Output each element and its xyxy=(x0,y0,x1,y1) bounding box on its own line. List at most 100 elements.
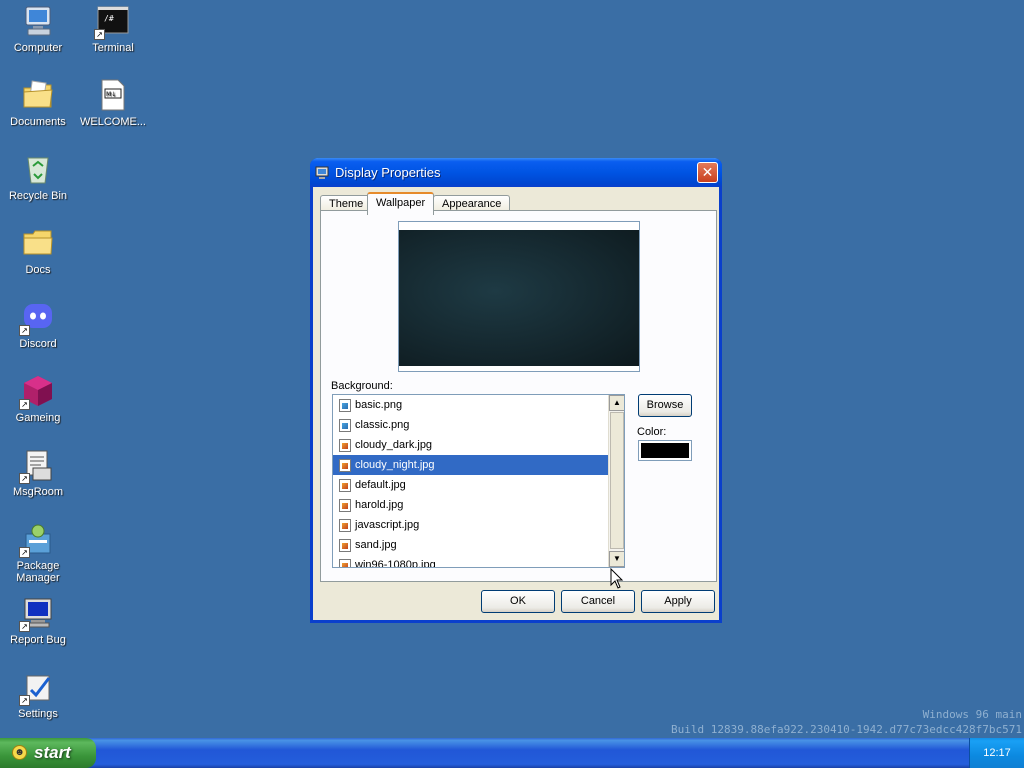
desktop-icon-recycle-bin[interactable]: Recycle Bin xyxy=(1,152,75,202)
file-name: cloudy_dark.jpg xyxy=(355,439,433,451)
image-file-icon xyxy=(339,519,351,532)
scroll-thumb[interactable] xyxy=(610,412,624,549)
wallpaper-tab-panel: Background: basic.png classic.png cloudy… xyxy=(320,210,717,582)
color-picker-button[interactable] xyxy=(638,440,692,461)
color-swatch-fill xyxy=(641,443,689,458)
image-file-icon xyxy=(339,419,351,432)
list-item[interactable]: default.jpg xyxy=(333,475,609,495)
desktop-icon-documents[interactable]: Documents xyxy=(1,78,75,128)
wallpaper-preview-monitor xyxy=(398,221,640,372)
shortcut-arrow-icon: ↗ xyxy=(19,547,30,558)
image-file-icon xyxy=(339,499,351,512)
start-label: start xyxy=(34,743,71,762)
desktop-icon-settings[interactable]: ↗ Settings xyxy=(1,670,75,720)
system-tray: 12:17 xyxy=(969,738,1024,768)
image-file-icon xyxy=(339,479,351,492)
file-name: default.jpg xyxy=(355,479,406,491)
tab-label: Theme xyxy=(329,198,364,210)
desktop-icon-gameing[interactable]: ↗ Gameing xyxy=(1,374,75,424)
markdown-file-icon: M↓ xyxy=(96,78,130,112)
terminal-icon: /# ↗ xyxy=(94,4,130,40)
desktop-icon-label: Docs xyxy=(25,264,51,276)
browse-button[interactable]: Browse xyxy=(638,394,692,417)
file-name: win96-1080p.jpg xyxy=(355,559,436,568)
desktop-icon-computer[interactable]: Computer xyxy=(1,4,75,54)
desktop-icon-label: Report Bug xyxy=(10,634,66,646)
display-properties-dialog: Display Properties ✕ Theme Wallpaper App… xyxy=(310,158,722,623)
dialog-client-area: Theme Wallpaper Appearance Background: b… xyxy=(316,187,717,617)
display-properties-icon xyxy=(314,165,330,181)
list-item-selected[interactable]: cloudy_night.jpg xyxy=(333,455,609,475)
image-file-icon xyxy=(339,459,351,472)
list-item[interactable]: javascript.jpg xyxy=(333,515,609,535)
desktop-icon-label: Computer xyxy=(13,42,63,54)
close-button[interactable]: ✕ xyxy=(697,162,718,183)
desktop-icon-report-bug[interactable]: ↗ Report Bug xyxy=(1,596,75,646)
desktop-icon-docs[interactable]: Docs xyxy=(1,226,75,276)
tab-label: Wallpaper xyxy=(376,197,426,209)
package-manager-icon: ↗ xyxy=(19,522,55,558)
wallpaper-preview-image xyxy=(399,230,639,366)
desktop-icon-label: Terminal xyxy=(92,42,134,54)
list-item[interactable]: sand.jpg xyxy=(333,535,609,555)
cancel-button[interactable]: Cancel xyxy=(561,590,635,613)
shortcut-arrow-icon: ↗ xyxy=(19,695,30,706)
tab-label: Appearance xyxy=(442,198,502,210)
desktop-icon-welcome[interactable]: M↓ WELCOME... xyxy=(76,78,150,128)
list-item[interactable]: harold.jpg xyxy=(333,495,609,515)
start-button[interactable]: ☻ start xyxy=(0,738,96,768)
background-listbox[interactable]: basic.png classic.png cloudy_dark.jpg cl… xyxy=(332,394,625,568)
build-watermark-line1: Windows 96 main xyxy=(922,708,1022,721)
dialog-titlebar[interactable]: Display Properties ✕ xyxy=(310,158,722,187)
tab-wallpaper[interactable]: Wallpaper xyxy=(367,192,435,215)
image-file-icon xyxy=(339,539,351,552)
scroll-down-button[interactable]: ▼ xyxy=(609,551,624,567)
documents-folder-icon xyxy=(21,78,55,112)
shortcut-arrow-icon: ↗ xyxy=(19,473,30,484)
color-label: Color: xyxy=(637,426,667,438)
smiley-logo-icon: ☻ xyxy=(12,745,27,760)
settings-icon: ↗ xyxy=(19,670,55,706)
apply-button[interactable]: Apply xyxy=(641,590,715,613)
file-name: harold.jpg xyxy=(355,499,404,511)
file-name: sand.jpg xyxy=(355,539,397,551)
desktop-icon-terminal[interactable]: /# ↗ Terminal xyxy=(76,4,150,54)
scroll-up-button[interactable]: ▲ xyxy=(609,395,624,411)
desktop-icon-label: Documents xyxy=(10,116,66,128)
file-name: classic.png xyxy=(355,419,410,431)
discord-icon: ↗ xyxy=(19,300,55,336)
msgroom-icon: ↗ xyxy=(19,448,55,484)
desktop-icon-label: Package Manager xyxy=(16,560,60,584)
taskbar: ☻ start 12:17 xyxy=(0,738,1024,768)
shortcut-arrow-icon: ↗ xyxy=(19,621,30,632)
file-name: basic.png xyxy=(355,399,403,411)
shortcut-arrow-icon: ↗ xyxy=(19,399,30,410)
list-item[interactable]: basic.png xyxy=(333,395,609,415)
list-item[interactable]: classic.png xyxy=(333,415,609,435)
arrow-up-icon: ▲ xyxy=(613,398,621,407)
desktop-icon-label: Recycle Bin xyxy=(8,190,68,202)
ok-button[interactable]: OK xyxy=(481,590,555,613)
close-icon: ✕ xyxy=(701,164,714,180)
dialog-title: Display Properties xyxy=(335,165,441,180)
folder-icon xyxy=(21,226,55,260)
list-item[interactable]: win96-1080p.jpg xyxy=(333,555,609,568)
svg-text:M↓: M↓ xyxy=(106,91,116,98)
report-bug-icon: ↗ xyxy=(19,596,55,632)
desktop-icon-discord[interactable]: ↗ Discord xyxy=(1,300,75,350)
desktop-icon-msgroom[interactable]: ↗ MsgRoom xyxy=(1,448,75,498)
shortcut-arrow-icon: ↗ xyxy=(19,325,30,336)
list-item[interactable]: cloudy_dark.jpg xyxy=(333,435,609,455)
listbox-scrollbar[interactable]: ▲ ▼ xyxy=(608,395,624,567)
desktop-icon-label: WELCOME... xyxy=(79,116,146,128)
image-file-icon xyxy=(339,399,351,412)
file-name: cloudy_night.jpg xyxy=(355,459,435,471)
shortcut-arrow-icon: ↗ xyxy=(94,29,105,40)
image-file-icon xyxy=(339,559,351,567)
desktop-icon-label: MsgRoom xyxy=(12,486,64,498)
background-label: Background: xyxy=(331,380,393,392)
clock[interactable]: 12:17 xyxy=(983,747,1011,759)
desktop-icon-package-manager[interactable]: ↗ Package Manager xyxy=(1,522,75,584)
desktop-icon-label: Settings xyxy=(18,708,58,720)
desktop-icon-label: Gameing xyxy=(15,412,61,424)
